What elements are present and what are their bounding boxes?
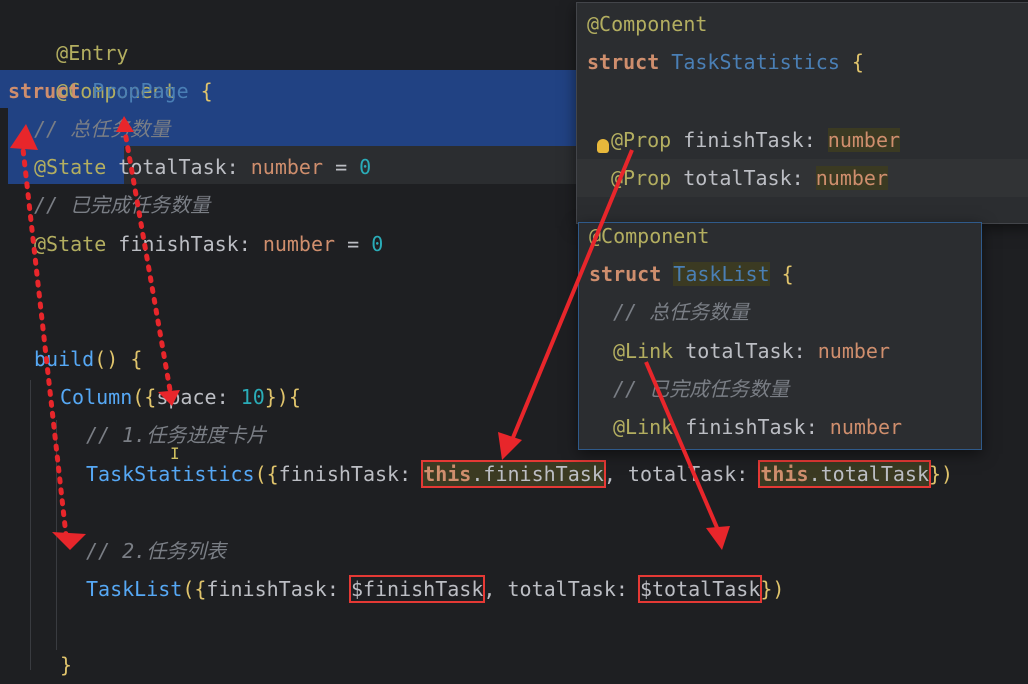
link-decorator: @Link <box>613 339 674 363</box>
code-line-entry[interactable]: @Entry <box>0 0 128 65</box>
popup-line-link-total: @Link totalTask: number <box>613 339 890 363</box>
text-cursor-icon: I <box>170 444 180 463</box>
field-name: finishTask <box>118 232 239 256</box>
state-decorator: @State <box>34 232 107 256</box>
popup-line-prop-finish: @Prop finishTask: number <box>611 128 901 152</box>
code-line-close-brace[interactable]: } <box>0 646 72 684</box>
peek-popup-task-list[interactable]: @Component struct TaskList { // 总任务数量 @L… <box>578 222 982 450</box>
state-decorator: @State <box>34 155 107 179</box>
code-line-struct[interactable]: struct PropPage { <box>0 72 213 110</box>
prop-decorator: @Prop <box>611 128 672 152</box>
prop-decorator: @Prop <box>611 166 672 190</box>
arg-key: finishTask <box>206 577 327 601</box>
highlight-box-dollar-totalTask: $totalTask <box>637 575 763 603</box>
lightbulb-icon[interactable] <box>597 139 609 153</box>
number-literal: 0 <box>359 155 372 179</box>
field-name: finishTask <box>685 415 806 439</box>
arg-value: totalTask <box>820 462 929 486</box>
number-literal: 0 <box>371 232 384 256</box>
open-brace: { <box>781 262 794 286</box>
type-name: number <box>817 339 890 363</box>
type-name: number <box>827 128 901 152</box>
peek-popup-task-statistics[interactable]: @Component struct TaskStatistics { @Prop… <box>576 2 1028 224</box>
task-list-call: TaskList <box>86 577 183 601</box>
struct-keyword: struct <box>587 50 660 74</box>
this-keyword: this <box>760 462 809 486</box>
popup-line-comment-total: // 总任务数量 <box>613 293 749 331</box>
field-name: finishTask <box>683 128 804 152</box>
type-name: number <box>250 155 324 179</box>
equals-sign: = <box>347 232 360 256</box>
arg-key: finishTask <box>278 462 400 486</box>
highlight-box-this-totalTask: this.totalTask <box>758 460 931 488</box>
equals-sign: = <box>335 155 348 179</box>
highlight-box-dollar-finishTask: $finishTask <box>348 575 486 603</box>
popup-line-link-finish: @Link finishTask: number <box>613 415 903 439</box>
arg-key: totalTask <box>507 577 616 601</box>
comment: // 总任务数量 <box>613 300 750 324</box>
popup-line-struct: struct TaskStatistics { <box>587 43 864 81</box>
comment: // 总任务数量 <box>34 117 171 141</box>
struct-name: PropPage <box>92 79 189 103</box>
comment: // 2.任务列表 <box>86 539 227 563</box>
popup-line-struct: struct TaskList { <box>589 255 794 293</box>
highlight-box-this-finishTask: this.finishTask <box>421 460 606 488</box>
struct-name: TaskStatistics <box>671 50 840 74</box>
comment: // 已完成任务数量 <box>34 193 211 217</box>
component-decorator: @Component <box>589 224 710 248</box>
code-line-comment-total[interactable]: // 总任务数量 <box>0 110 170 148</box>
field-name: totalTask <box>683 166 792 190</box>
code-line-state-total[interactable]: @State totalTask: number = 0 <box>0 148 371 186</box>
popup-line-comment-finish: // 已完成任务数量 <box>613 370 789 408</box>
space-value: 10 <box>240 385 265 409</box>
type-name: number <box>262 232 336 256</box>
close-brace: } <box>60 653 73 677</box>
popup-line-component: @Component <box>589 217 709 255</box>
code-line-build[interactable]: build() { <box>0 340 142 378</box>
open-brace: { <box>130 347 143 371</box>
code-line-comment-list[interactable]: // 2.任务列表 <box>0 532 226 570</box>
task-statistics-call: TaskStatistics <box>86 462 255 486</box>
code-line-comment-finish[interactable]: // 已完成任务数量 <box>0 186 210 224</box>
build-function: build <box>34 347 95 371</box>
popup-line-component: @Component <box>587 5 707 43</box>
field-name: totalTask <box>685 339 794 363</box>
type-name: number <box>829 415 903 439</box>
open-brace: { <box>851 50 864 74</box>
comment: // 已完成任务数量 <box>613 377 790 401</box>
arg-value: finishTask <box>483 462 604 486</box>
type-name: number <box>815 166 888 190</box>
link-decorator: @Link <box>613 415 674 439</box>
popup-line-prop-total: @Prop totalTask: number <box>611 166 888 190</box>
arg-key: totalTask <box>627 462 737 486</box>
column-function: Column <box>60 385 133 409</box>
code-line-component[interactable]: @Component <box>0 34 176 103</box>
field-name: totalTask <box>118 155 227 179</box>
this-keyword: this <box>423 462 472 486</box>
struct-name: TaskList <box>673 262 770 286</box>
struct-keyword: struct <box>8 79 81 103</box>
code-line-column[interactable]: Column({space: 10}){ <box>0 378 301 416</box>
code-line-state-finish[interactable]: @State finishTask: number = 0 <box>0 225 383 263</box>
code-line-task-list[interactable]: TaskList({finishTask: $finishTask, total… <box>0 570 784 608</box>
struct-keyword: struct <box>589 262 662 286</box>
code-line-task-statistics[interactable]: TaskStatistics({finishTask: this.finishT… <box>0 455 953 493</box>
open-brace: { <box>200 79 213 103</box>
code-line-comment-card[interactable]: // 1.任务进度卡片 <box>0 416 266 454</box>
space-key: space <box>156 385 217 409</box>
component-decorator: @Component <box>587 12 708 36</box>
